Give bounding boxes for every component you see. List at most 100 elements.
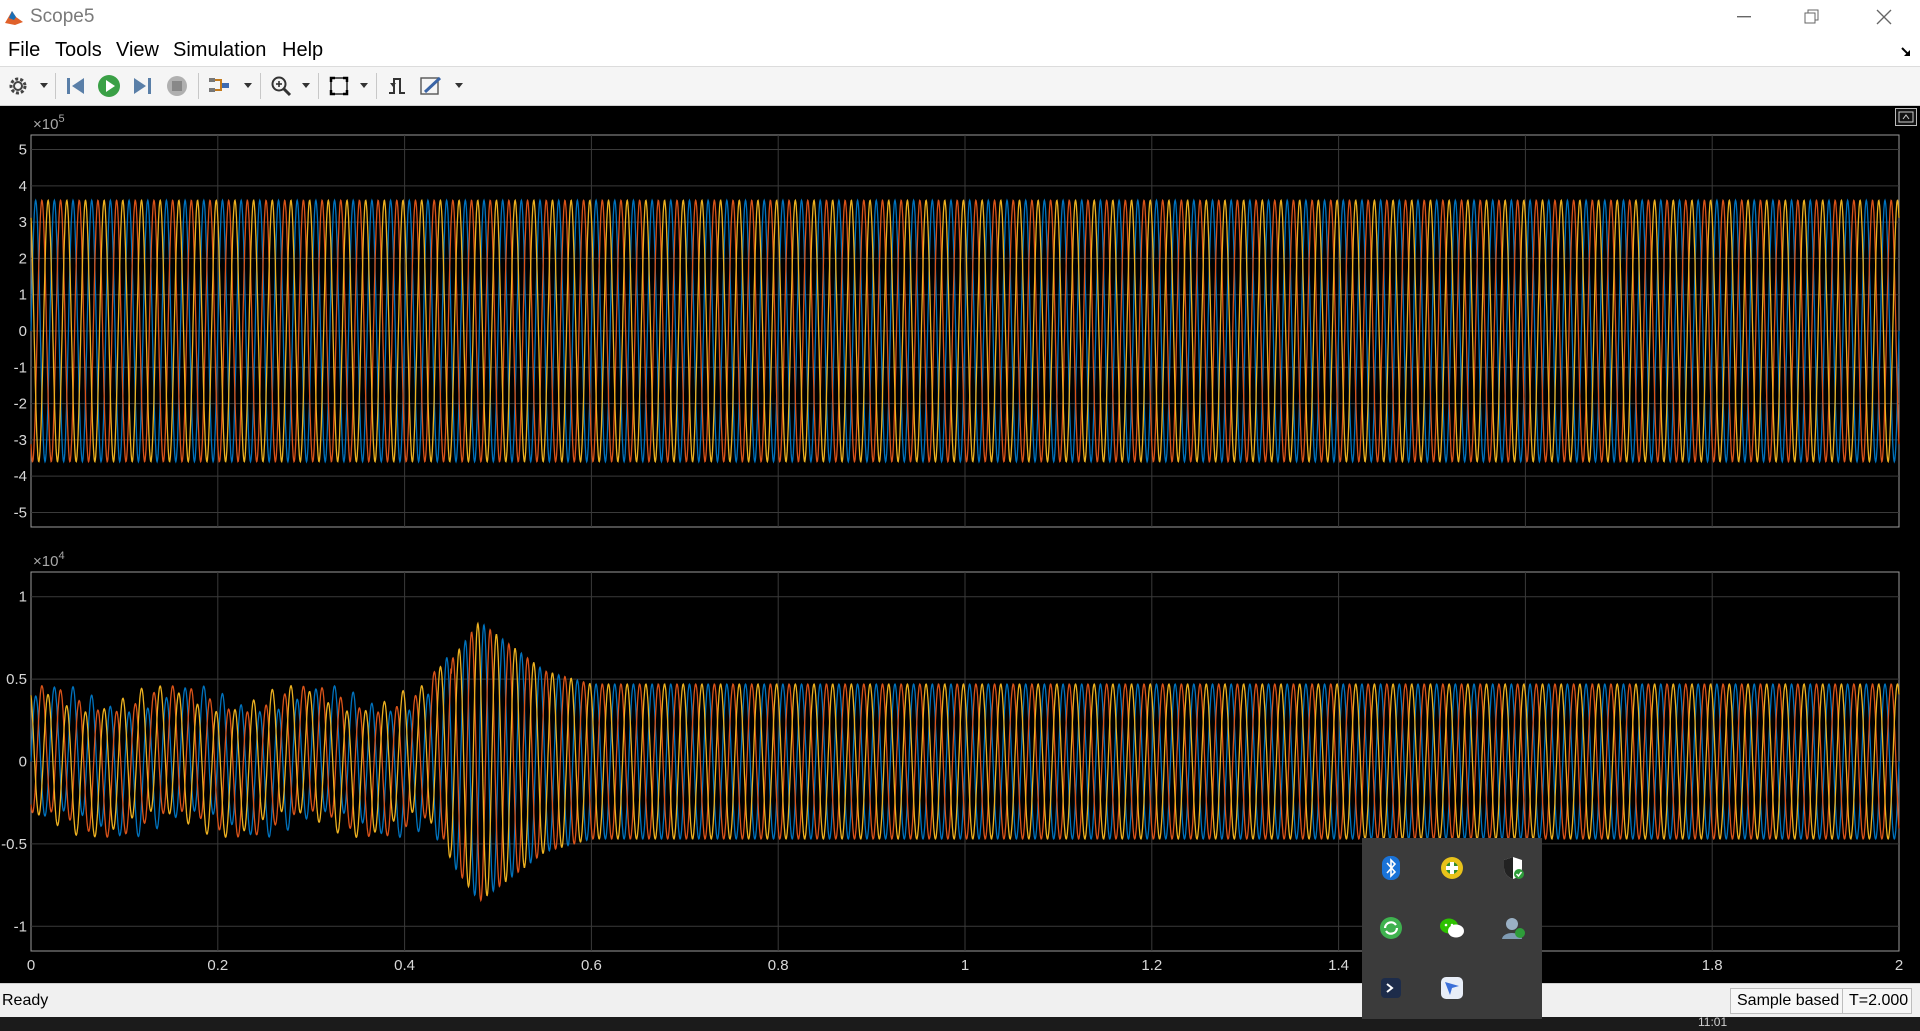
signal-select-icon [209,78,229,92]
y-tick-label: 0 [19,754,27,771]
menu-simulation[interactable]: Simulation [173,39,266,62]
step-forward-icon [134,78,151,94]
cursor-measurements-button[interactable] [418,74,444,98]
autoscale-icon [329,76,349,96]
terminal-app-icon[interactable] [1376,973,1406,1003]
minimize-button[interactable] [1710,0,1778,34]
x-tick-label: 1 [961,957,969,974]
x-tick-label: 1.2 [1141,957,1162,974]
toolbar-separator [55,73,56,99]
multiplier-exponent: 4 [58,550,64,562]
restore-button[interactable] [1778,0,1846,34]
bluetooth-icon[interactable] [1376,853,1406,883]
dock-arrow-icon[interactable] [1900,46,1912,58]
y-tick-label: -2 [14,396,27,413]
autoscale-dropdown-arrow[interactable] [360,83,368,88]
minimize-icon [1737,16,1751,18]
toolbar-separator [376,73,377,99]
autoscale-button[interactable] [326,74,352,98]
toolbar [0,67,1920,106]
status-sample-mode: Sample based [1730,988,1847,1014]
scope-plots: 5 4 3 2 1 0 -1 -2 -3 -4 -5 1 0.5 0 -0.5 -1 0 0.2 0.4 0.6 0.… [1,113,1903,974]
play-icon [98,75,120,97]
measure-dropdown-arrow[interactable] [455,83,463,88]
restore-icon [1804,9,1819,24]
top-axes-multiplier: ×105 [33,113,65,133]
x-tick-label: 0 [27,957,35,974]
step-forward-button[interactable] [130,74,156,98]
x-tick-label: 0.2 [207,957,228,974]
multiplier-base: ×10 [33,116,58,133]
x-tick-label: 0.8 [768,957,789,974]
scope-display[interactable]: 5 4 3 2 1 0 -1 -2 -3 -4 -5 1 0.5 0 -0.5 -1 0 0.2 0.4 0.6 0.… [0,106,1920,983]
y-tick-label: 5 [19,142,27,159]
x-tick-label: 0.4 [394,957,415,974]
multiplier-base: ×10 [33,553,58,570]
windows-security-icon[interactable] [1498,853,1528,883]
menu-tools[interactable]: Tools [55,39,102,62]
menu-view[interactable]: View [116,39,159,62]
signal-dropdown-arrow[interactable] [244,83,252,88]
close-icon [1876,9,1892,25]
y-tick-label: -3 [14,432,27,449]
zoom-in-button[interactable] [268,74,294,98]
undock-button[interactable] [1895,108,1917,126]
tray-overflow-popup [1362,838,1542,1019]
measure-icon [420,76,442,95]
step-back-button[interactable] [62,74,88,98]
y-tick-label: -1 [14,359,27,376]
menu-help[interactable]: Help [282,39,323,62]
y-tick-label: 1 [19,287,27,304]
top-axes[interactable]: 5 4 3 2 1 0 -1 -2 -3 -4 -5 [14,134,1900,528]
y-tick-label: 0.5 [6,671,27,688]
security-update-icon[interactable] [1437,853,1467,883]
bottom-axes-multiplier: ×104 [33,550,65,570]
x-tick-label: 1.4 [1328,957,1349,974]
stop-button[interactable] [164,74,190,98]
y-tick-label: 3 [19,214,27,231]
run-button[interactable] [96,74,122,98]
y-tick-label: 2 [19,250,27,267]
y-tick-label: -4 [14,468,27,485]
multiplier-exponent: 5 [58,113,64,125]
title-bar: Scope5 [0,0,1920,34]
y-tick-label: -1 [14,918,27,935]
window-title: Scope5 [30,6,95,27]
trigger-icon [389,78,405,94]
x-tick-label: 1.8 [1702,957,1723,974]
y-tick-label: -5 [14,504,27,521]
taskbar-strip: 11:01 [0,1015,1920,1031]
matlab-icon [5,11,23,25]
menu-file[interactable]: File [8,39,40,62]
y-tick-label: 0 [19,323,27,340]
taskbar-clock: 11:01 [1698,1015,1728,1029]
signal-selection-button[interactable] [206,74,232,98]
close-button[interactable] [1850,0,1918,34]
toolbar-separator [198,73,199,99]
x-tick-label: 2 [1895,957,1903,974]
toolbar-separator [318,73,319,99]
menu-bar: File Tools View Simulation Help [0,34,1920,67]
y-tick-label: 4 [19,178,27,195]
stop-icon [167,76,187,96]
messenger-app-icon[interactable] [1437,973,1467,1003]
status-ready: Ready [2,992,49,1009]
toolbar-separator [260,73,261,99]
step-back-icon [67,78,84,94]
user-account-icon[interactable] [1498,913,1528,943]
gear-icon [9,77,27,95]
configuration-properties-button[interactable] [5,74,31,98]
zoom-in-icon [271,76,292,97]
y-tick-label: -0.5 [1,836,27,853]
zoom-dropdown-arrow[interactable] [302,83,310,88]
wechat-icon[interactable] [1437,913,1467,943]
sync-app-icon[interactable] [1376,913,1406,943]
undock-icon [1898,111,1914,123]
triggers-button[interactable] [384,74,410,98]
status-time: T=2.000 [1842,988,1912,1014]
status-bar: Ready Sample based T=2.000 [0,983,1920,1018]
bottom-axes[interactable]: 10.50-0.5-100.20.40.60.811.21.41.61.82 [1,571,1903,974]
x-tick-label: 0.6 [581,957,602,974]
y-tick-label: 1 [19,589,27,606]
config-dropdown-arrow[interactable] [40,83,48,88]
